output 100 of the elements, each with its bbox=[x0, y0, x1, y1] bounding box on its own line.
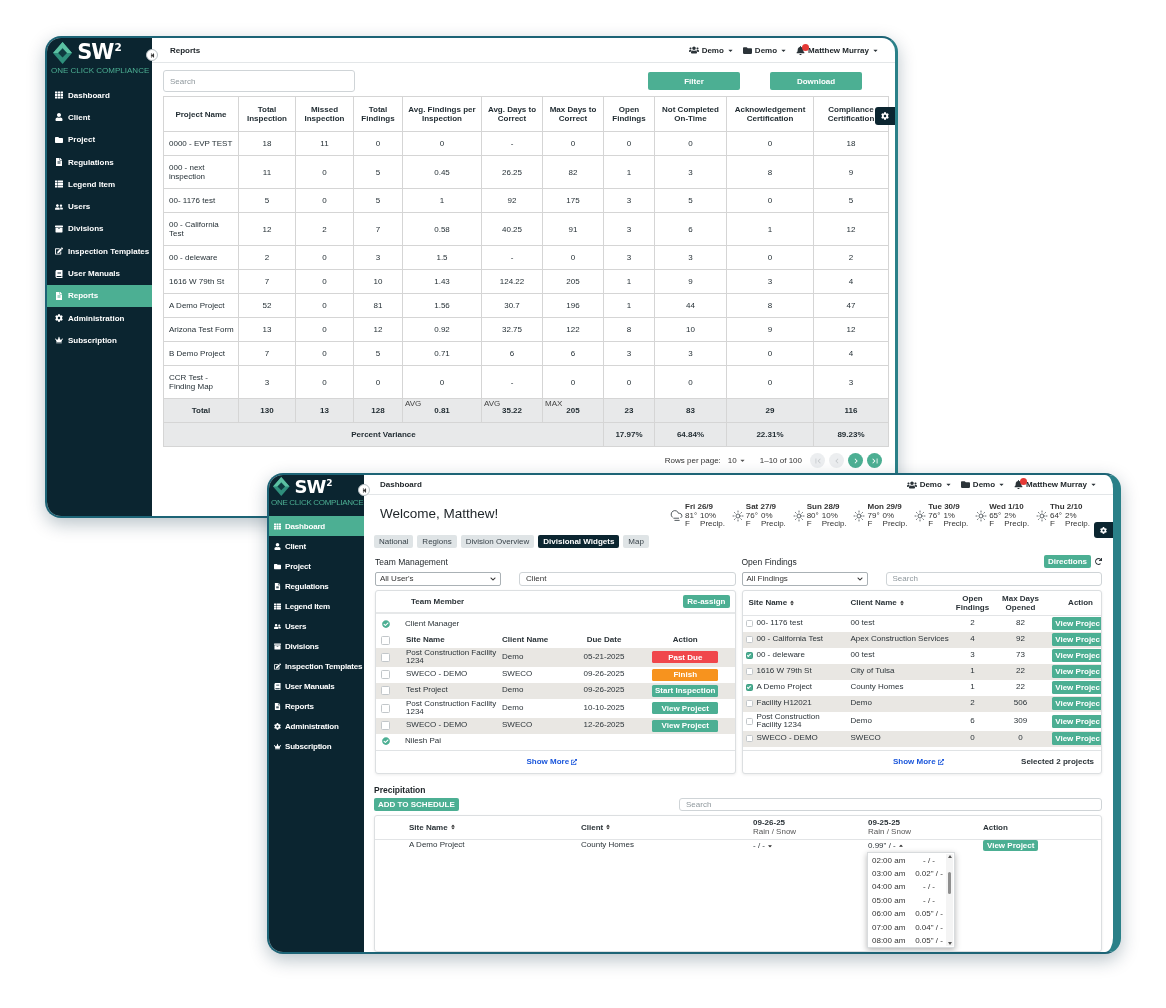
search-field[interactable]: Search bbox=[163, 70, 355, 92]
forecast-day: Wed 1/10 bbox=[989, 503, 1030, 512]
search-field[interactable]: Search bbox=[885, 571, 1102, 586]
checkbox[interactable] bbox=[381, 703, 390, 713]
checkbox[interactable] bbox=[745, 735, 753, 742]
search-field[interactable]: Search bbox=[679, 797, 1102, 811]
checkbox[interactable] bbox=[381, 636, 390, 645]
sidebar-item[interactable]: Divisions bbox=[269, 636, 364, 656]
sidebar-item[interactable]: Inspection Templates bbox=[47, 240, 152, 263]
settings-icon bbox=[881, 112, 889, 120]
checkbox[interactable] bbox=[381, 686, 390, 695]
action-button[interactable]: Past Due bbox=[652, 651, 719, 663]
header-menu[interactable]: Demo bbox=[688, 45, 734, 55]
header-menu[interactable]: Demo bbox=[742, 45, 788, 55]
refresh-icon[interactable] bbox=[1095, 558, 1102, 565]
checkbox[interactable] bbox=[745, 717, 753, 725]
skip-back-icon bbox=[149, 52, 155, 58]
list-icon bbox=[274, 602, 281, 610]
gear-icon bbox=[274, 722, 281, 730]
sidebar-item[interactable]: Administration bbox=[47, 306, 152, 330]
client-field[interactable]: Client bbox=[519, 571, 736, 586]
sun-icon bbox=[914, 509, 927, 522]
users-icon bbox=[274, 622, 281, 630]
show-more-link[interactable]: Show More bbox=[526, 757, 578, 766]
sidebar-item[interactable]: Regulations bbox=[269, 576, 364, 596]
sidebar-item[interactable]: Client bbox=[269, 536, 364, 556]
tab[interactable]: National bbox=[374, 534, 414, 548]
checkbox[interactable] bbox=[745, 668, 753, 675]
table-cell: 1 bbox=[603, 155, 655, 189]
sidebar-item[interactable]: Legend Item bbox=[47, 173, 152, 196]
column-header: Max Days Opened bbox=[1001, 593, 1040, 612]
checkbox[interactable] bbox=[745, 684, 753, 691]
column-header[interactable]: Client bbox=[581, 822, 753, 832]
sidebar-item[interactable]: Subscription bbox=[47, 329, 152, 352]
checkbox[interactable] bbox=[745, 700, 753, 707]
page-button[interactable] bbox=[867, 453, 882, 468]
sidebar-item[interactable]: Subscription bbox=[269, 736, 364, 756]
column-header[interactable]: Site Name bbox=[409, 822, 581, 832]
header-menu[interactable]: Demo bbox=[906, 479, 952, 490]
client-name: Demo bbox=[502, 703, 525, 713]
column-header: Avg. Days to Correct bbox=[481, 96, 543, 132]
tab[interactable]: Regions bbox=[417, 534, 457, 548]
sidebar-item[interactable]: Reports bbox=[269, 696, 364, 716]
checkbox[interactable] bbox=[381, 652, 390, 662]
tab[interactable]: Division Overview bbox=[460, 534, 535, 548]
fog-cloud-icon bbox=[670, 509, 683, 523]
findings-select[interactable]: All Findings bbox=[741, 571, 868, 586]
header-menu[interactable]: Matthew Murray bbox=[796, 45, 879, 55]
menu-item[interactable]: 07:00 am 0.04" / - bbox=[868, 920, 945, 934]
header-menu[interactable]: Demo bbox=[960, 480, 1006, 489]
sidebar-item[interactable]: Client bbox=[47, 106, 152, 129]
user-select[interactable]: All User's bbox=[375, 571, 501, 586]
tab[interactable]: Divisional Widgets bbox=[538, 534, 620, 548]
column-header: Due Date bbox=[585, 636, 623, 645]
checkbox[interactable] bbox=[745, 620, 753, 627]
checkbox[interactable] bbox=[381, 721, 390, 730]
sidebar-item[interactable]: User Manuals bbox=[269, 676, 364, 696]
sidebar-item[interactable]: Divisions bbox=[47, 217, 152, 241]
temperature: 80° bbox=[806, 511, 819, 520]
sidebar-item[interactable]: Users bbox=[269, 616, 364, 636]
forecast-day: Thu 2/10 bbox=[1049, 503, 1090, 512]
scrollbar-thumb[interactable] bbox=[948, 871, 951, 894]
tab[interactable]: Map bbox=[623, 534, 649, 548]
checkbox[interactable] bbox=[381, 670, 390, 679]
table-cell: B Demo Project bbox=[163, 341, 239, 366]
sidebar-item[interactable]: Regulations bbox=[47, 150, 152, 174]
table-cell: 0 bbox=[542, 365, 604, 399]
page-button[interactable] bbox=[848, 453, 863, 468]
column-header: Client Name bbox=[502, 636, 550, 645]
due-date: 09-26-2025 bbox=[582, 670, 626, 679]
sidebar-item[interactable]: Users bbox=[47, 195, 152, 218]
column-header: 09-25-25 bbox=[868, 818, 902, 827]
column-header[interactable]: Client Name bbox=[846, 598, 951, 607]
caret-icon bbox=[998, 481, 1006, 488]
column-header[interactable]: Site Name bbox=[742, 598, 847, 607]
header-menu[interactable]: Matthew Murray bbox=[1014, 480, 1097, 489]
rainfall-dropdown[interactable]: - / - bbox=[753, 841, 773, 850]
sidebar-item[interactable]: Administration bbox=[269, 716, 364, 736]
user-icon bbox=[55, 113, 63, 122]
temperature-unit: F bbox=[806, 520, 813, 529]
sidebar-item[interactable]: Inspection Templates bbox=[269, 656, 364, 676]
settings-button[interactable] bbox=[875, 107, 895, 125]
sidebar-item[interactable]: Project bbox=[47, 128, 152, 151]
column-subheader: Rain / Snow bbox=[868, 827, 913, 836]
sidebar-item[interactable]: Legend Item bbox=[269, 596, 364, 616]
rows-per-page-select[interactable]: 10 bbox=[727, 456, 746, 465]
checkbox[interactable] bbox=[745, 636, 753, 643]
open-findings-count: 2 bbox=[969, 619, 976, 628]
menu-item[interactable]: 06:00 am 0.05" / - bbox=[868, 907, 945, 921]
rainfall-dropdown[interactable]: 0.99" / - bbox=[868, 841, 904, 850]
sidebar-item[interactable]: User Manuals bbox=[47, 262, 152, 285]
show-more-link[interactable]: Show More bbox=[892, 757, 944, 766]
temperature: 79° bbox=[867, 511, 880, 520]
scrollbar[interactable] bbox=[946, 853, 953, 946]
checkbox[interactable] bbox=[745, 652, 753, 659]
client-name: SWECO bbox=[849, 734, 882, 743]
sidebar-item[interactable]: Project bbox=[269, 556, 364, 576]
notification-badge-icon bbox=[1020, 478, 1028, 485]
settings-button[interactable] bbox=[1094, 522, 1113, 538]
sidebar-item[interactable]: Dashboard bbox=[47, 84, 152, 107]
